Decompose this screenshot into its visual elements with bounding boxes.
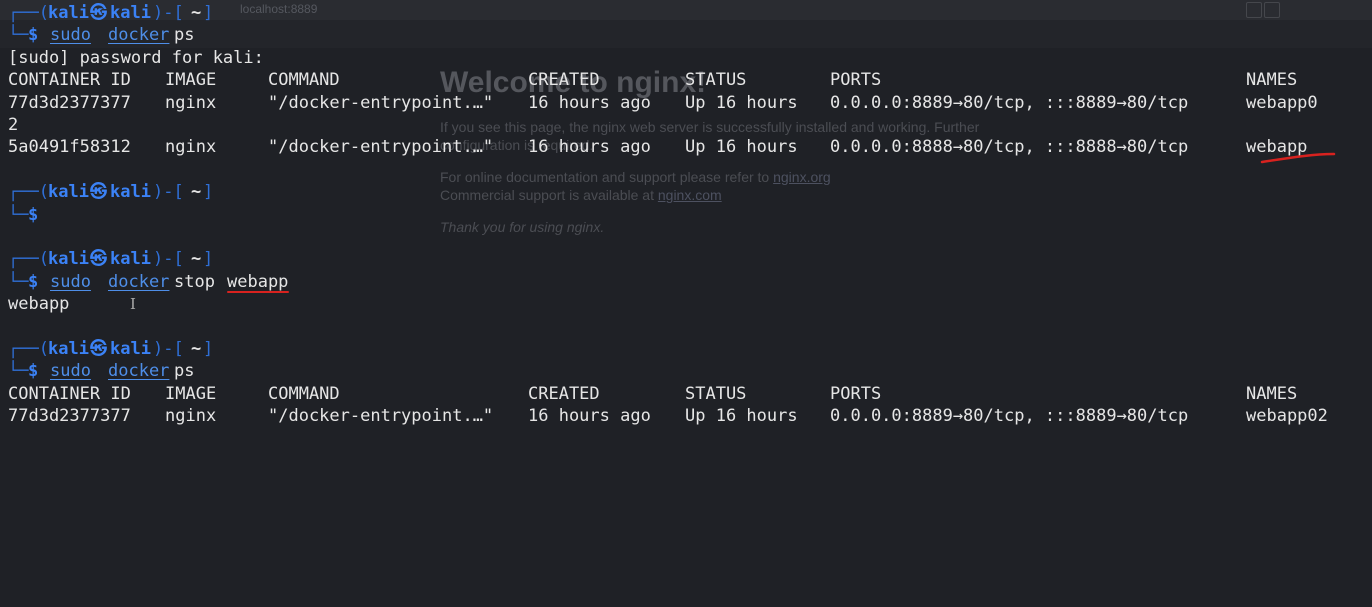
prompt-line-top: ┌──( kali ㉿ kali )-[ ~ ]: [8, 182, 214, 203]
cmd-docker: docker: [108, 25, 170, 46]
prompt-line-top: ┌──( kali ㉿ kali )-[ ~ ]: [8, 249, 214, 270]
text-cursor-icon: I: [130, 295, 136, 314]
command-line: └─ $: [8, 204, 39, 225]
prompt-dollar: $: [28, 25, 39, 46]
ps-header: CONTAINER ID IMAGE COMMAND CREATED STATU…: [8, 70, 1298, 91]
prompt-dir: ~: [191, 3, 202, 23]
terminal-output[interactable]: ┌──( kali ㉿ kali )-[ ~ ] └─ $ sudo docke…: [8, 2, 1364, 427]
ps-row-wrap: 2: [8, 114, 19, 135]
command-line: └─ $ sudo docker ps: [8, 361, 195, 382]
cmd-sudo: sudo: [50, 361, 91, 382]
cmd-sudo: sudo: [50, 25, 91, 46]
command-line: └─ $ sudo docker ps: [8, 25, 195, 46]
cmd-stop: stop: [174, 271, 215, 292]
prompt-at-icon: ㉿: [90, 182, 107, 203]
cmd-sudo: sudo: [50, 271, 91, 292]
prompt-line-top: ┌──( kali ㉿ kali )-[ ~ ]: [8, 338, 214, 359]
ps-row: 77d3d2377377 nginx "/docker-entrypoint.……: [8, 406, 1328, 427]
cmd-docker: docker: [108, 361, 170, 382]
prompt-at-icon: ㉿: [90, 3, 107, 23]
ps-header: CONTAINER ID IMAGE COMMAND CREATED STATU…: [8, 383, 1298, 404]
prompt-line-top: ┌──( kali ㉿ kali )-[ ~ ]: [8, 3, 214, 23]
cmd-ps: ps: [174, 25, 195, 46]
password-prompt: [sudo] password for kali:: [8, 47, 264, 68]
stop-output: webapp I: [8, 294, 136, 315]
cmd-stop-target: webapp: [227, 271, 289, 292]
prompt-user: kali: [48, 3, 89, 23]
cmd-ps: ps: [174, 361, 195, 382]
prompt-at-icon: ㉿: [90, 338, 107, 359]
prompt-at-icon: ㉿: [90, 249, 107, 270]
command-line: └─ $ sudo docker stop webapp: [8, 271, 289, 293]
ps-row: 5a0491f58312 nginx "/docker-entrypoint.……: [8, 136, 1364, 164]
prompt-host: kali: [110, 3, 151, 23]
ps-row: 77d3d2377377 nginx "/docker-entrypoint.……: [8, 92, 1318, 113]
cmd-docker: docker: [108, 271, 170, 292]
